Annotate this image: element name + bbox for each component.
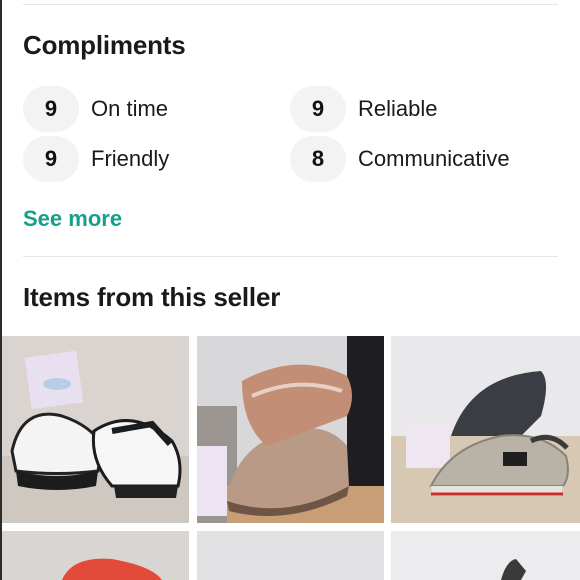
compliment-reliable: 9 Reliable [290,86,438,132]
compliment-count: 9 [290,86,346,132]
section-divider [23,256,558,257]
compliment-label: On time [91,96,169,121]
red-sole-sneaker-photo-icon [2,531,189,580]
listing-tile[interactable] [2,531,189,580]
compliment-count: 9 [23,136,79,182]
sneaker-photo-icon [391,531,580,580]
compliment-count: 9 [23,86,79,132]
compliment-count: 8 [290,136,346,182]
compliment-label: Reliable [358,96,438,121]
see-more-link[interactable]: See more [23,206,122,232]
compliment-label: Communicative [358,146,510,171]
listing-tile[interactable] [2,336,189,523]
tan-knit-sneaker-photo-icon [197,336,384,523]
grey-retro-runner-photo-icon [391,336,580,523]
top-divider [23,4,558,5]
listing-tile[interactable] [197,531,384,580]
listing-tile[interactable] [391,531,580,580]
compliment-friendly: 9 Friendly [23,136,169,182]
sneaker-photo-icon [197,531,384,580]
listing-tile[interactable] [391,336,580,523]
listing-tile[interactable] [197,336,384,523]
compliment-label: Friendly [91,146,170,171]
items-section-title: Items from this seller [23,282,281,312]
compliments-title: Compliments [23,30,186,60]
compliment-communicative: 8 Communicative [290,136,510,182]
compliment-on-time: 9 On time [23,86,168,132]
white-black-sneaker-photo-icon [2,336,189,523]
